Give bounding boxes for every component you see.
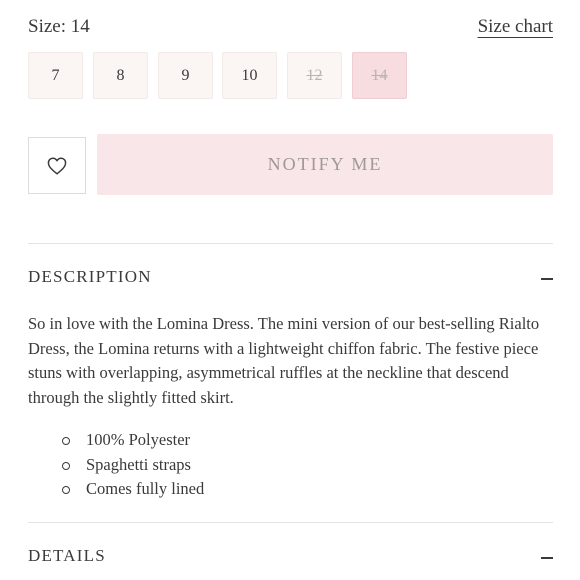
size-selector-header: Size: 14 Size chart	[28, 14, 553, 44]
description-accordion-header[interactable]: DESCRIPTION	[28, 267, 553, 291]
list-item: Comes fully lined	[62, 477, 204, 502]
size-option-14[interactable]: 14	[352, 52, 407, 99]
bullet-icon	[62, 437, 70, 445]
notify-me-button[interactable]: NOTIFY ME	[97, 134, 553, 195]
divider	[28, 522, 553, 523]
divider	[28, 243, 553, 244]
bullet-text: Comes fully lined	[86, 479, 205, 498]
size-option-9[interactable]: 9	[158, 52, 213, 99]
size-option-10[interactable]: 10	[222, 52, 277, 99]
description-bullets: 100% Polyester Spaghetti straps Comes fu…	[62, 428, 204, 502]
size-chart-link[interactable]: Size chart	[478, 16, 553, 38]
minus-icon	[541, 278, 553, 280]
description-title: DESCRIPTION	[28, 267, 152, 286]
bullet-text: Spaghetti straps	[86, 454, 191, 474]
details-accordion-header[interactable]: DETAILS	[28, 546, 553, 570]
size-label: Size: 14	[28, 16, 90, 37]
wishlist-button[interactable]	[28, 137, 86, 194]
description-text: So in love with the Lomina Dress. The mi…	[28, 314, 540, 407]
minus-icon	[541, 557, 553, 559]
size-option-12[interactable]: 12	[287, 52, 342, 99]
heart-icon	[47, 156, 67, 175]
size-option-8[interactable]: 8	[93, 52, 148, 99]
list-item: 100% Polyester	[62, 428, 204, 453]
size-option-7[interactable]: 7	[28, 52, 83, 99]
bullet-text: 100% Polyester	[86, 430, 191, 449]
bullet-icon	[62, 486, 70, 494]
details-title: DETAILS	[28, 546, 106, 565]
list-item: Spaghetti straps	[62, 453, 204, 478]
bullet-icon	[62, 461, 70, 470]
